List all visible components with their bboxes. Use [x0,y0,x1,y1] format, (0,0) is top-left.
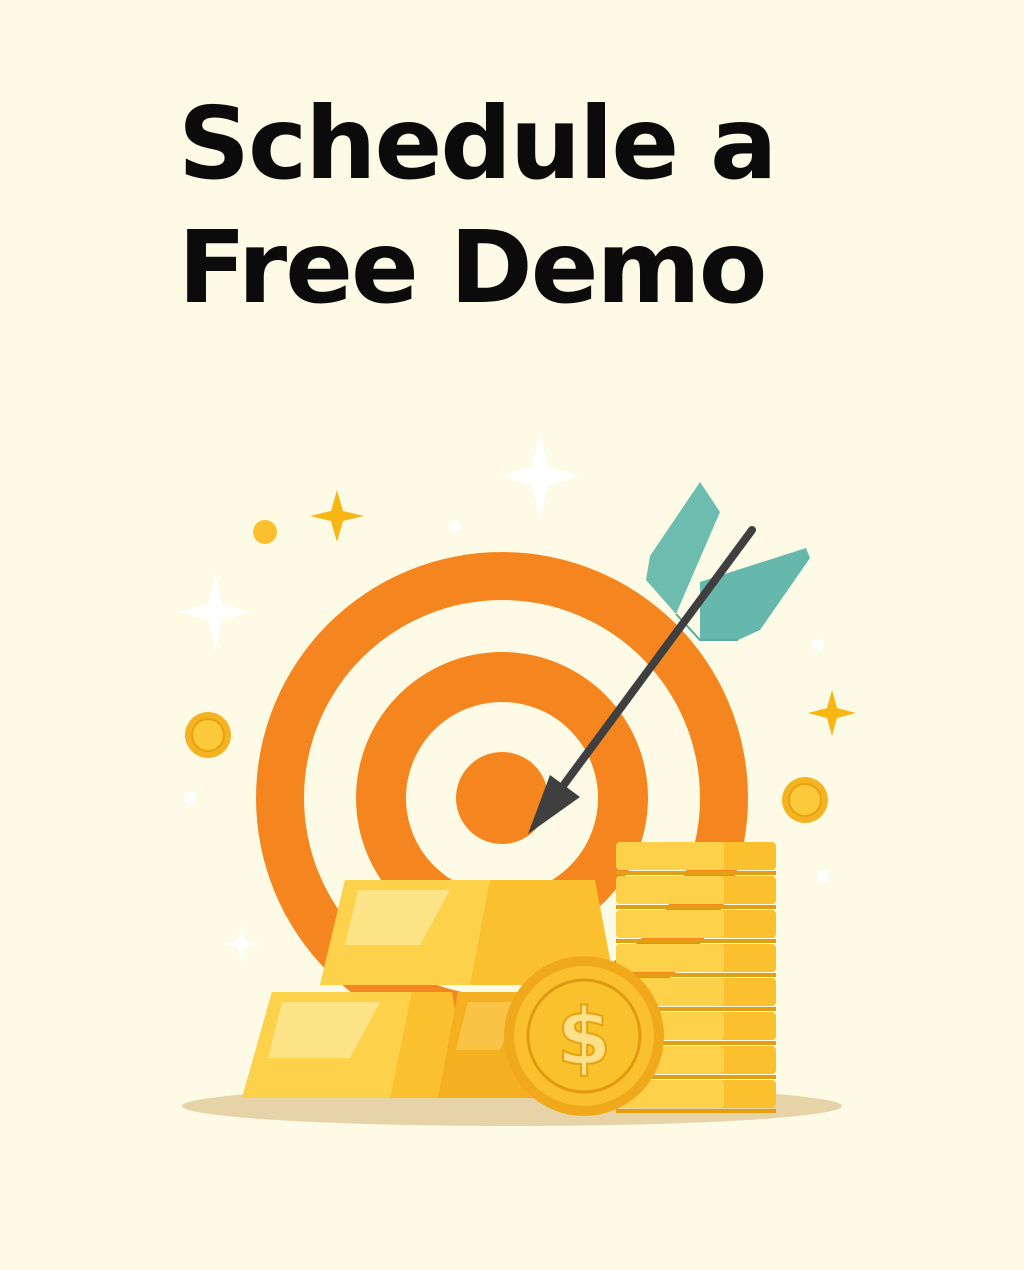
stacked-coin-highlight [616,842,724,870]
sparkle-white-icon [226,926,258,962]
dollar-symbol: $ [557,993,611,1083]
sparkle-gold-icon [808,690,856,736]
dot-white [449,520,461,532]
dot-white [812,639,824,651]
stacked-coin-highlight [616,910,724,938]
dollar-coin-icon: $ [504,956,664,1116]
stacked-coin-highlight [616,944,724,972]
title-line-2: Free Demo [178,209,767,326]
sparkle-white-icon [180,572,250,652]
dot-white [817,870,829,882]
sparkle-gold-icon [310,490,364,542]
stacked-coin-highlight [616,876,724,904]
dot-white [184,792,196,804]
title-line-1: Schedule a [178,85,777,202]
page-title: Schedule a Free Demo [178,82,878,330]
sparkle-white-icon [502,432,578,520]
target-arrow-gold-illustration: $ [180,432,856,1126]
dot-gold [253,520,277,544]
